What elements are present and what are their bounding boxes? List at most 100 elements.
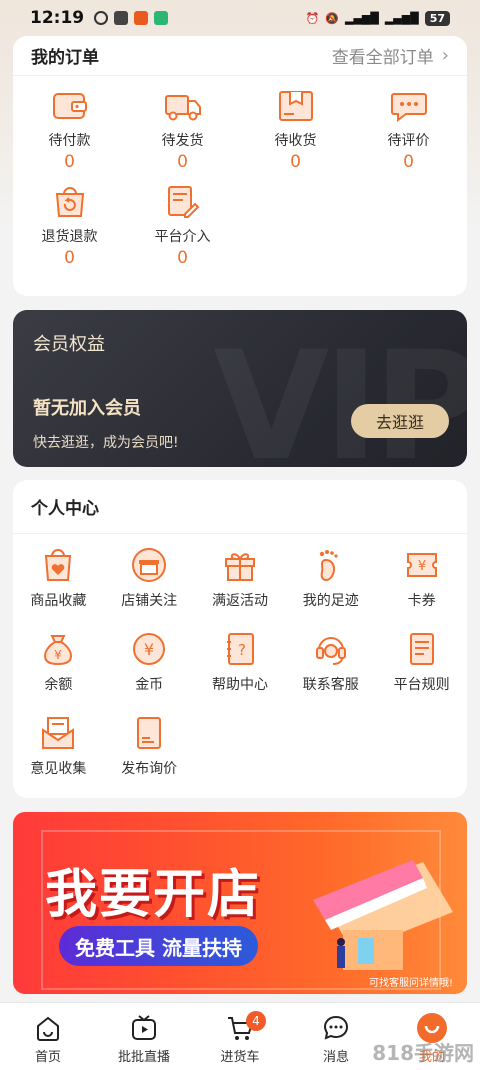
member-benefits-card: VIP 会员权益 暂无加入会员 快去逛逛，成为会员吧! 去逛逛 (13, 310, 467, 467)
order-status-count: 0 (177, 248, 188, 268)
svg-text:¥: ¥ (55, 648, 63, 662)
home-icon (37, 1016, 59, 1041)
order-status-count: 0 (177, 152, 188, 172)
order-status-count: 0 (403, 152, 414, 172)
member-description: 快去逛逛，成为会员吧! (33, 435, 179, 451)
order-pending-receipt[interactable]: 待收货 0 (239, 88, 352, 172)
order-status-label: 退货退款 (41, 229, 98, 245)
center-item-label: 金币 (135, 677, 164, 693)
order-status-count: 0 (64, 152, 75, 172)
tab-label: 首页 (34, 1050, 61, 1065)
order-status-count: 0 (290, 152, 301, 172)
notification-play-icon (154, 11, 169, 25)
document-edit-icon (163, 184, 203, 220)
center-item-label: 联系客服 (302, 677, 359, 693)
mute-icon: 🔕 (325, 11, 339, 25)
tab-messages[interactable]: 消息 (288, 1003, 384, 1070)
tab-label: 消息 (322, 1050, 349, 1065)
battery-indicator: 57 (424, 10, 450, 26)
center-item-favorites[interactable]: 商品收藏 (13, 546, 104, 630)
center-item-label: 意见收集 (30, 761, 87, 777)
center-item-footprints[interactable]: 我的足迹 (285, 546, 376, 630)
tab-label: 批批直播 (117, 1050, 170, 1065)
center-item-gold-coins[interactable]: ¥ 金币 (104, 630, 195, 714)
center-item-customer-service[interactable]: 联系客服 (285, 630, 376, 714)
view-all-orders-label: 查看全部订单 (331, 48, 434, 68)
center-item-label: 帮助中心 (211, 677, 268, 693)
order-pending-review[interactable]: 待评价 0 (352, 88, 465, 172)
notification-shop-icon (134, 11, 149, 25)
headset-icon (312, 630, 350, 668)
status-bar: 12:19 ⏰ 🔕 ▂▄▆█ ▂▄▆█ 57 (0, 0, 480, 36)
vip-watermark: VIP (213, 320, 467, 467)
message-icon (323, 1015, 349, 1040)
rules-doc-icon (403, 630, 441, 668)
order-pending-shipment[interactable]: 待发货 0 (126, 88, 239, 172)
tab-label: 进货车 (220, 1050, 260, 1065)
price-doc-icon (130, 714, 168, 752)
order-pending-payment[interactable]: 待付款 0 (13, 88, 126, 172)
orders-header: 我的订单 查看全部订单 › (13, 36, 467, 76)
center-item-label: 店铺关注 (121, 593, 178, 609)
notification-k-icon (94, 11, 109, 25)
signal-5g-icon: ▂▄▆█ (384, 11, 419, 25)
notification-app-icon (114, 11, 129, 25)
envelope-icon (39, 714, 77, 752)
bottom-tab-bar: 首页 批批直播 4 进货车 消息 我的 818手游网 (0, 1002, 480, 1070)
order-platform-intervention[interactable]: 平台介入 0 (126, 184, 239, 268)
orders-card: 我的订单 查看全部订单 › 待付款 0 待发货 0 待收货 0 待评价 0 退货… (13, 36, 467, 296)
chevron-right-icon: › (441, 45, 449, 66)
help-book-icon: ? (221, 630, 259, 668)
banner-subtitle: 免费工具 流量扶持 (59, 926, 258, 966)
center-item-label: 卡券 (407, 593, 436, 609)
order-status-count: 0 (64, 248, 75, 268)
tab-cart[interactable]: 4 进货车 (192, 1003, 288, 1070)
personal-center-card: 个人中心 商品收藏 店铺关注 满返活动 我的足迹 ¥ 卡券 ¥ 余额 ¥ 金币 (13, 480, 467, 798)
center-item-label: 平台规则 (393, 677, 450, 693)
footprint-icon (312, 546, 350, 584)
banner-title: 我要开店 (45, 865, 262, 925)
center-item-platform-rules[interactable]: 平台规则 (376, 630, 467, 714)
package-icon (276, 88, 316, 124)
center-item-post-inquiry[interactable]: 发布询价 (104, 714, 195, 798)
center-item-help-center[interactable]: ? 帮助中心 (195, 630, 286, 714)
banner-note: 可找客服问详情哦! (368, 978, 453, 989)
coupon-icon: ¥ (403, 546, 441, 584)
alarm-icon: ⏰ (305, 11, 320, 25)
order-status-label: 待付款 (48, 133, 91, 149)
center-item-followed-stores[interactable]: 店铺关注 (104, 546, 195, 630)
store-icon (130, 546, 168, 584)
personal-center-grid: 商品收藏 店铺关注 满返活动 我的足迹 ¥ 卡券 ¥ 余额 ¥ 金币 ? 帮助中… (13, 534, 467, 798)
status-indicators: ⏰ 🔕 ▂▄▆█ ▂▄▆█ 57 (305, 10, 450, 26)
svg-text:¥: ¥ (417, 559, 425, 574)
member-title: 会员权益 (33, 334, 105, 355)
heart-bag-icon (39, 546, 77, 584)
center-item-label: 发布询价 (121, 761, 178, 777)
tab-home[interactable]: 首页 (0, 1003, 96, 1070)
center-item-feedback[interactable]: 意见收集 (13, 714, 104, 798)
center-item-coupons[interactable]: ¥ 卡券 (376, 546, 467, 630)
cart-badge: 4 (246, 1011, 266, 1031)
comment-icon (389, 88, 429, 124)
open-store-banner[interactable]: 我要开店 免费工具 流量扶持 可找客服问详情哦! (13, 812, 467, 994)
member-status: 暂无加入会员 (33, 398, 141, 419)
live-tv-icon (132, 1015, 156, 1040)
center-item-label: 满返活动 (211, 593, 268, 609)
center-item-balance[interactable]: ¥ 余额 (13, 630, 104, 714)
coin-icon: ¥ (130, 630, 168, 668)
truck-icon (163, 88, 203, 124)
order-refund[interactable]: 退货退款 0 (13, 184, 126, 268)
view-all-orders-link[interactable]: 查看全部订单 › (332, 43, 449, 68)
tab-live[interactable]: 批批直播 (96, 1003, 192, 1070)
signal-icon: ▂▄▆█ (345, 11, 379, 25)
center-item-label: 余额 (44, 677, 73, 693)
personal-center-header: 个人中心 (13, 480, 467, 534)
order-status-grid: 待付款 0 待发货 0 待收货 0 待评价 0 退货退款 0 平台介入 0 (13, 76, 467, 280)
go-browse-button[interactable]: 去逛逛 (351, 404, 449, 438)
shop-illustration (313, 860, 453, 970)
svg-text:¥: ¥ (144, 640, 154, 659)
order-status-label: 待评价 (387, 133, 430, 149)
center-item-label: 我的足迹 (302, 593, 359, 609)
orders-title: 我的订单 (31, 48, 99, 68)
center-item-rebate-events[interactable]: 满返活动 (195, 546, 286, 630)
